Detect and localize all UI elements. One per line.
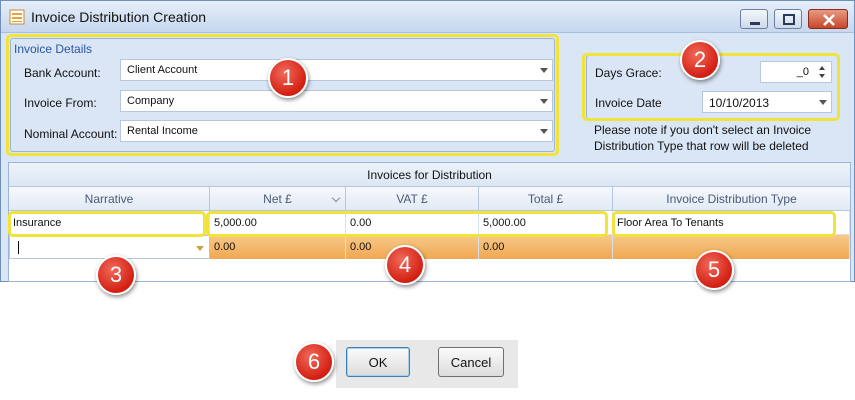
- invoice-from-label: Invoice From:: [24, 96, 97, 110]
- nominal-account-select[interactable]: Rental Income: [120, 120, 553, 142]
- column-header-net[interactable]: Net £: [210, 187, 346, 211]
- maximize-icon: [783, 14, 795, 25]
- invoice-from-value: Company: [127, 95, 175, 107]
- window-title: Invoice Distribution Creation: [31, 9, 207, 25]
- callout-marker-5: 5: [694, 250, 734, 290]
- row1-distribution-type-cell[interactable]: Floor Area To Tenants: [613, 211, 850, 235]
- spin-up-icon[interactable]: [819, 66, 825, 70]
- bank-account-value: Client Account: [127, 64, 198, 76]
- text-caret: [18, 241, 19, 254]
- net-header-label: Net £: [263, 192, 292, 206]
- grid-caption: Invoices for Distribution: [9, 163, 850, 187]
- callout-marker-2: 2: [680, 40, 720, 80]
- callout-marker-3: 3: [96, 255, 136, 295]
- bank-account-select[interactable]: Client Account: [120, 59, 553, 81]
- column-header-narrative[interactable]: Narrative: [9, 187, 210, 211]
- callout-marker-4: 4: [385, 245, 425, 285]
- callout-marker-1: 1: [268, 58, 308, 98]
- chevron-down-icon: [540, 68, 548, 73]
- row1-total-cell[interactable]: 5,000.00: [479, 211, 613, 235]
- row2-distribution-type-cell[interactable]: [613, 235, 850, 259]
- note-line-1: Please note if you don't select an Invoi…: [594, 123, 812, 137]
- column-header-vat[interactable]: VAT £: [346, 187, 479, 211]
- sort-icon: [331, 193, 341, 203]
- nominal-account-label: Nominal Account:: [24, 127, 118, 141]
- title-bar: Invoice Distribution Creation: [1, 1, 854, 33]
- app-icon: [9, 9, 25, 25]
- row1-net-cell[interactable]: 5,000.00: [210, 211, 346, 235]
- invoice-from-select[interactable]: Company: [120, 90, 553, 112]
- bank-account-label: Bank Account:: [24, 66, 101, 80]
- invoice-date-label: Invoice Date: [595, 96, 662, 110]
- row2-total-cell[interactable]: 0.00: [479, 235, 613, 259]
- row1-vat-cell[interactable]: 0.00: [346, 211, 479, 235]
- invoice-date-picker[interactable]: 10/10/2013: [702, 91, 832, 113]
- minimize-icon: [750, 22, 760, 25]
- days-grace-spinner[interactable]: _0: [760, 61, 832, 83]
- callout-marker-6: 6: [294, 342, 334, 382]
- ok-button[interactable]: OK: [346, 347, 410, 377]
- spin-down-icon[interactable]: [819, 74, 825, 78]
- distribution-note: Please note if you don't select an Invoi…: [594, 122, 811, 154]
- maximize-button[interactable]: [774, 9, 802, 29]
- chevron-down-icon: [540, 129, 548, 134]
- invoice-details-title: Invoice Details: [14, 42, 93, 56]
- nominal-account-value: Rental Income: [127, 125, 198, 137]
- column-header-distribution-type[interactable]: Invoice Distribution Type: [613, 187, 850, 211]
- column-header-total[interactable]: Total £: [479, 187, 613, 211]
- row2-net-cell[interactable]: 0.00: [210, 235, 346, 259]
- chevron-down-icon: [540, 99, 548, 104]
- days-grace-value: _0: [796, 66, 809, 78]
- note-line-2: Distribution Type that row will be delet…: [594, 139, 809, 153]
- close-button[interactable]: [808, 9, 848, 29]
- days-grace-label: Days Grace:: [595, 66, 662, 80]
- cancel-button[interactable]: Cancel: [438, 347, 504, 377]
- invoice-date-value: 10/10/2013: [709, 96, 770, 110]
- chevron-down-icon: [819, 100, 827, 105]
- minimize-button[interactable]: [740, 9, 768, 29]
- chevron-down-icon[interactable]: [196, 246, 204, 251]
- row1-narrative-cell[interactable]: Insurance: [9, 211, 210, 235]
- close-icon: [823, 14, 835, 26]
